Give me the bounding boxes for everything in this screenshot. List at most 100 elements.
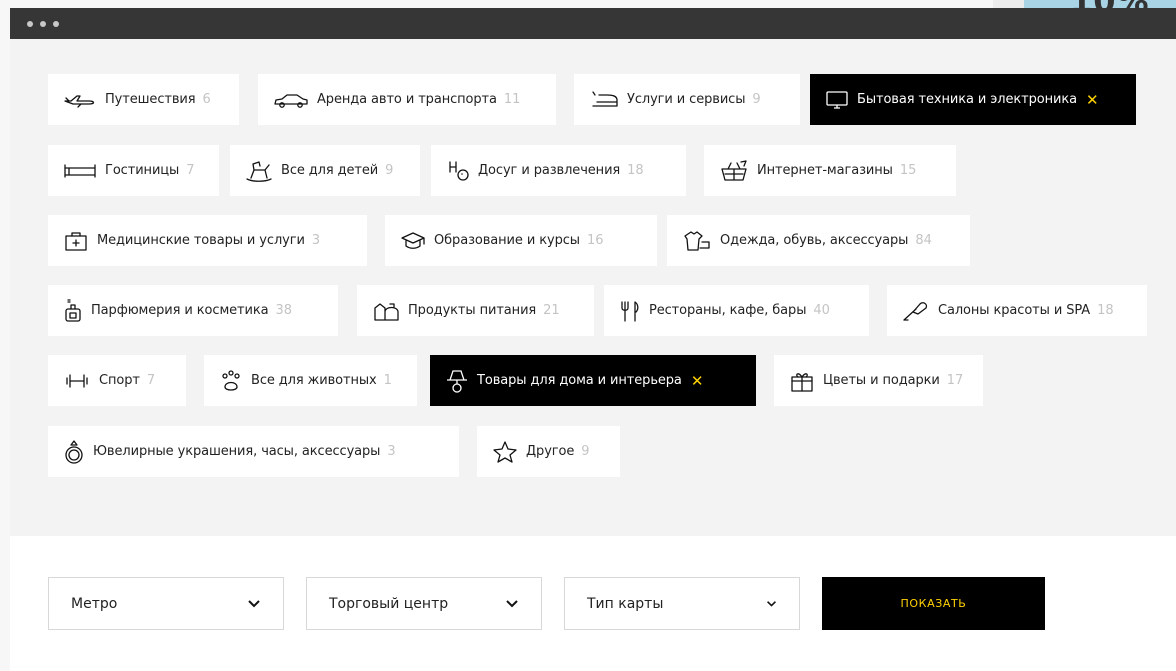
category-car[interactable]: Аренда авто и транспорта 11: [258, 74, 556, 125]
category-rocking-horse[interactable]: Все для детей 9: [230, 145, 420, 196]
window-dot-icon: [53, 20, 59, 27]
category-label: Одежда, обувь, аксессуары: [720, 233, 909, 248]
star-icon: [492, 440, 518, 464]
category-count: 3: [387, 444, 396, 459]
iron-icon: [589, 90, 619, 110]
category-count: 3: [311, 233, 321, 248]
leisure-icon: [446, 160, 470, 182]
category-label: Бытовая техника и электроника: [857, 92, 1077, 107]
category-label: Путешествия: [105, 92, 196, 107]
remove-filter-icon[interactable]: ✕: [1086, 91, 1099, 109]
category-iron[interactable]: Услуги и сервисы 9: [574, 74, 800, 125]
category-monitor[interactable]: Бытовая техника и электроника ✕: [810, 74, 1136, 125]
lamp-icon: [445, 368, 469, 394]
metro-select[interactable]: Метро: [48, 577, 284, 630]
plane-icon: [63, 92, 97, 108]
category-plane[interactable]: Путешествия 6: [48, 74, 239, 125]
category-count: 40: [813, 303, 830, 318]
category-count: 9: [752, 92, 761, 107]
category-count: 6: [202, 92, 211, 107]
category-label: Салоны красоты и SPA: [938, 303, 1091, 318]
chevron-down-icon: [506, 599, 518, 607]
category-count: 17: [946, 373, 964, 388]
category-graduation-cap[interactable]: Образование и курсы 16: [385, 215, 657, 266]
category-ring[interactable]: Ювелирные украшения, часы, аксессуары 3: [48, 426, 459, 477]
category-basket[interactable]: Интернет-магазины 15: [704, 145, 956, 196]
groceries-icon: [372, 300, 400, 322]
category-label: Другое: [526, 444, 575, 459]
category-label: Медицинские товары и услуги: [97, 233, 305, 248]
clothes-icon: [682, 230, 712, 252]
category-count: 11: [503, 92, 521, 107]
brush-icon: [902, 300, 930, 322]
monitor-icon: [825, 90, 849, 110]
category-star[interactable]: Другое 9: [477, 426, 620, 477]
remove-filter-icon[interactable]: ✕: [691, 372, 704, 390]
show-button[interactable]: ПОКАЗАТЬ: [822, 577, 1045, 630]
category-count: 15: [899, 163, 917, 178]
category-label: Аренда авто и транспорта: [317, 92, 497, 107]
chevron-down-icon: [248, 599, 260, 607]
category-label: Все для животных: [251, 373, 377, 388]
category-lamp[interactable]: Товары для дома и интерьера ✕: [430, 355, 756, 406]
gift-icon: [789, 370, 815, 392]
category-label: Ювелирные украшения, часы, аксессуары: [93, 444, 381, 459]
category-leisure[interactable]: Досуг и развлечения 18: [431, 145, 686, 196]
category-label: Интернет-магазины: [757, 163, 893, 178]
category-label: Парфюмерия и косметика: [91, 303, 269, 318]
category-label: Досуг и развлечения: [478, 163, 621, 178]
bed-icon: [63, 163, 97, 179]
window-titlebar: [10, 8, 1176, 39]
category-label: Цветы и подарки: [823, 373, 940, 388]
category-paw[interactable]: Все для животных 1: [204, 355, 417, 406]
category-count: 16: [586, 233, 604, 248]
fork-knife-icon: [619, 300, 641, 322]
car-icon: [273, 92, 309, 108]
window-dot-icon: [27, 20, 33, 27]
mall-select[interactable]: Торговый центр: [306, 577, 542, 630]
mall-select-label: Торговый центр: [329, 595, 449, 612]
graduation-cap-icon: [400, 231, 426, 251]
modal-window: Путешествия 6 Аренда авто и транспорта 11 Ус…: [10, 8, 1176, 671]
category-brush[interactable]: Салоны красоты и SPA 18: [887, 285, 1147, 336]
category-dumbbell[interactable]: Спорт 7: [48, 355, 186, 406]
category-label: Все для детей: [281, 163, 379, 178]
category-fork-knife[interactable]: Рестораны, кафе, бары 40: [604, 285, 869, 336]
category-bed[interactable]: Гостиницы 7: [48, 145, 219, 196]
card-type-select-label: Тип карты: [587, 595, 664, 612]
background-banner: 10%: [1024, 0, 1176, 8]
filter-bar: Метро Торговый центр Тип карты ПОКАЗАТЬ: [10, 536, 1176, 671]
category-first-aid[interactable]: Медицинские товары и услуги 3: [48, 215, 367, 266]
category-count: 9: [581, 444, 590, 459]
ring-icon: [63, 439, 85, 465]
category-groceries[interactable]: Продукты питания 21: [357, 285, 594, 336]
basket-icon: [719, 159, 749, 182]
card-type-select[interactable]: Тип карты: [564, 577, 800, 630]
category-clothes[interactable]: Одежда, обувь, аксессуары 84: [667, 215, 970, 266]
category-gift[interactable]: Цветы и подарки 17: [774, 355, 983, 406]
dumbbell-icon: [63, 373, 91, 389]
category-label: Товары для дома и интерьера: [477, 373, 682, 388]
category-count: 7: [186, 163, 195, 178]
category-label: Рестораны, кафе, бары: [649, 303, 807, 318]
category-label: Образование и курсы: [434, 233, 580, 248]
window-dot-icon: [40, 20, 46, 27]
perfume-icon: [63, 298, 83, 323]
category-label: Продукты питания: [408, 303, 537, 318]
category-label: Услуги и сервисы: [627, 92, 746, 107]
category-count: 1: [383, 373, 392, 388]
category-count: 7: [146, 373, 156, 388]
category-label: Гостиницы: [105, 163, 180, 178]
category-count: 21: [543, 303, 560, 318]
metro-select-label: Метро: [71, 595, 118, 612]
category-count: 18: [1097, 303, 1114, 318]
category-count: 38: [275, 303, 293, 318]
rocking-horse-icon: [245, 160, 273, 182]
category-label: Спорт: [99, 373, 140, 388]
paw-icon: [219, 369, 243, 392]
category-perfume[interactable]: Парфюмерия и косметика 38: [48, 285, 338, 336]
category-count: 18: [627, 163, 644, 178]
category-count: 9: [385, 163, 394, 178]
chevron-down-icon: [767, 600, 776, 607]
first-aid-icon: [63, 230, 89, 252]
